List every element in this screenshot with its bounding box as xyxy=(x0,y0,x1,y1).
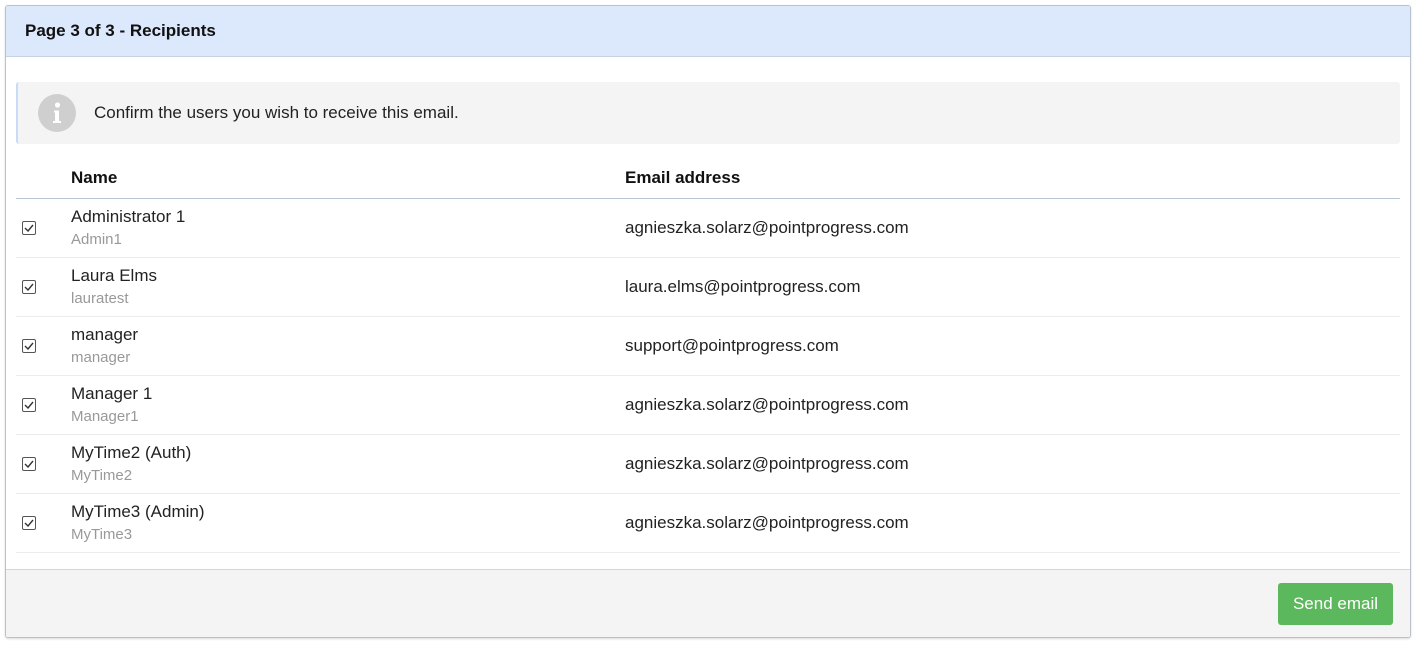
recipient-name: manager xyxy=(71,325,139,344)
recipient-name: Laura Elms xyxy=(71,266,157,285)
info-icon xyxy=(38,94,76,132)
info-alert: Confirm the users you wish to receive th… xyxy=(16,82,1400,144)
email-column-header: Email address xyxy=(625,158,1400,199)
table-row: Manager 1 Manager1 agnieszka.solarz@poin… xyxy=(16,375,1400,435)
checkmark-icon xyxy=(24,519,34,527)
table-row: MyTime2 (Auth) MyTime2 agnieszka.solarz@… xyxy=(16,434,1400,494)
checkmark-icon xyxy=(24,283,34,291)
table-row: manager manager support@pointprogress.co… xyxy=(16,316,1400,376)
recipient-name: Administrator 1 xyxy=(71,207,186,226)
page-title: Page 3 of 3 - Recipients xyxy=(25,21,216,40)
select-cell xyxy=(16,434,71,494)
recipient-username: Manager1 xyxy=(71,408,139,425)
recipient-email: agnieszka.solarz@pointprogress.com xyxy=(625,513,909,532)
recipient-checkbox[interactable] xyxy=(22,339,36,353)
info-message: Confirm the users you wish to receive th… xyxy=(94,103,459,122)
recipient-name: MyTime2 (Auth) xyxy=(71,443,192,462)
recipient-checkbox[interactable] xyxy=(22,457,36,471)
name-cell: Manager 1 Manager1 xyxy=(71,375,625,435)
recipient-email: support@pointprogress.com xyxy=(625,336,839,355)
select-cell xyxy=(16,257,71,317)
table-header-row: Name Email address xyxy=(16,158,1400,199)
panel-body: Confirm the users you wish to receive th… xyxy=(6,57,1410,553)
table-row: Laura Elms lauratest laura.elms@pointpro… xyxy=(16,257,1400,317)
recipient-email: agnieszka.solarz@pointprogress.com xyxy=(625,395,909,414)
recipient-checkbox[interactable] xyxy=(22,221,36,235)
recipient-email: agnieszka.solarz@pointprogress.com xyxy=(625,454,909,473)
select-column-header xyxy=(16,158,71,199)
checkmark-icon xyxy=(24,342,34,350)
select-cell xyxy=(16,198,71,258)
recipient-rows: Administrator 1 Admin1 agnieszka.solarz@… xyxy=(16,198,1400,553)
email-cell: agnieszka.solarz@pointprogress.com xyxy=(625,198,1400,258)
table-row: MyTime3 (Admin) MyTime3 agnieszka.solarz… xyxy=(16,493,1400,553)
select-cell xyxy=(16,316,71,376)
recipient-checkbox[interactable] xyxy=(22,398,36,412)
name-cell: MyTime3 (Admin) MyTime3 xyxy=(71,493,625,553)
send-email-button[interactable]: Send email xyxy=(1278,583,1393,625)
recipient-email: agnieszka.solarz@pointprogress.com xyxy=(625,218,909,237)
recipients-table: Name Email address Administrator 1 Admin… xyxy=(16,158,1400,553)
email-cell: agnieszka.solarz@pointprogress.com xyxy=(625,375,1400,435)
recipient-checkbox[interactable] xyxy=(22,280,36,294)
select-cell xyxy=(16,375,71,435)
checkmark-icon xyxy=(24,460,34,468)
name-column-header: Name xyxy=(71,158,625,199)
email-cell: support@pointprogress.com xyxy=(625,316,1400,376)
checkmark-icon xyxy=(24,401,34,409)
recipient-username: MyTime3 xyxy=(71,526,133,543)
recipient-email: laura.elms@pointprogress.com xyxy=(625,277,861,296)
recipient-username: lauratest xyxy=(71,290,129,307)
email-cell: laura.elms@pointprogress.com xyxy=(625,257,1400,317)
panel-header: Page 3 of 3 - Recipients xyxy=(6,6,1410,57)
recipient-checkbox[interactable] xyxy=(22,516,36,530)
name-cell: Laura Elms lauratest xyxy=(71,257,625,317)
recipient-username: manager xyxy=(71,349,131,366)
name-cell: Administrator 1 Admin1 xyxy=(71,198,625,258)
recipients-panel: Page 3 of 3 - Recipients Confirm the use… xyxy=(5,5,1411,638)
table-row: Administrator 1 Admin1 agnieszka.solarz@… xyxy=(16,198,1400,258)
panel-footer: Send email xyxy=(6,569,1410,637)
recipient-username: Admin1 xyxy=(71,231,122,248)
recipient-username: MyTime2 xyxy=(71,467,133,484)
select-cell xyxy=(16,493,71,553)
email-cell: agnieszka.solarz@pointprogress.com xyxy=(625,434,1400,494)
recipient-name: MyTime3 (Admin) xyxy=(71,502,205,521)
name-cell: MyTime2 (Auth) MyTime2 xyxy=(71,434,625,494)
recipient-name: Manager 1 xyxy=(71,384,153,403)
name-cell: manager manager xyxy=(71,316,625,376)
email-cell: agnieszka.solarz@pointprogress.com xyxy=(625,493,1400,553)
checkmark-icon xyxy=(24,224,34,232)
